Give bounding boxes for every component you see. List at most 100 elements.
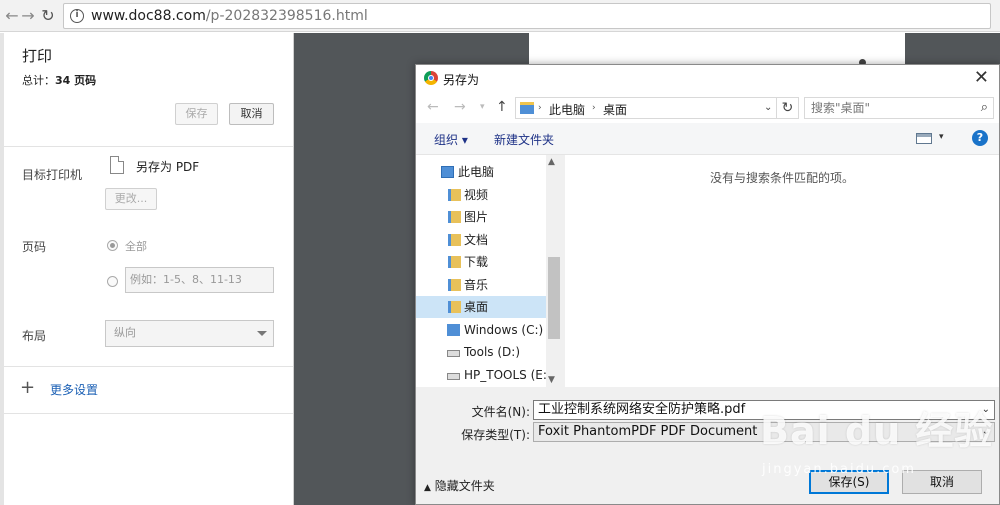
chevron-right-icon: ›	[538, 103, 542, 113]
dialog-nav-row: ← → ▾ ↑ › 此电脑 › 桌面 ⌄ ↻ 搜索"桌面" ⌕	[416, 93, 999, 123]
pages-all-label: 全部	[125, 240, 147, 253]
chevron-right-icon: ›	[592, 103, 596, 113]
folder-icon	[448, 301, 461, 313]
plus-icon[interactable]: +	[20, 377, 35, 398]
help-icon[interactable]: ?	[972, 130, 988, 146]
breadcrumb-item[interactable]: 桌面	[603, 101, 627, 118]
tree-item-drive-c[interactable]: Windows (C:)	[416, 319, 562, 341]
tree-item-pictures[interactable]: 图片	[416, 206, 562, 228]
dialog-title: 另存为	[443, 73, 480, 87]
baidu-watermark-logo: Bai du 经验	[760, 409, 994, 453]
tree-item-label: 视频	[464, 188, 489, 202]
print-save-button[interactable]: 保存	[175, 103, 218, 125]
pages-custom-radio[interactable]	[107, 276, 118, 287]
close-icon[interactable]: ✕	[974, 68, 989, 88]
print-panel: 打印 总计：34 页码 保存 取消 目标打印机 另存为 PDF 更改... 页码…	[0, 33, 293, 505]
back-icon[interactable]: ←	[427, 99, 439, 115]
reload-icon[interactable]: ↻	[38, 6, 58, 26]
tree-item-label: 下载	[464, 255, 489, 269]
print-cancel-button[interactable]: 取消	[229, 103, 274, 125]
pages-label: 页码	[22, 240, 47, 254]
new-folder-button[interactable]: 新建文件夹	[494, 131, 554, 148]
refresh-icon[interactable]: ↻	[777, 97, 799, 119]
print-title: 打印	[22, 47, 53, 65]
divider	[4, 366, 293, 367]
chevron-down-icon[interactable]: ▾	[939, 132, 944, 142]
tree-item-label: 图片	[464, 210, 489, 224]
recent-locations-icon[interactable]: ▾	[480, 102, 485, 112]
scrollbar-thumb[interactable]	[548, 257, 560, 339]
chevron-down-icon[interactable]: ⌄	[764, 102, 772, 113]
tree-item-drive-d[interactable]: Tools (D:)	[416, 341, 562, 363]
filetype-value: Foxit PhantomPDF PDF Document	[538, 424, 758, 439]
info-icon[interactable]: i	[70, 9, 84, 23]
total-label: 总计：	[22, 74, 55, 87]
tree-item-this-pc[interactable]: 此电脑	[416, 161, 562, 183]
pc-icon	[441, 166, 454, 178]
chevron-up-icon: ▲	[424, 483, 431, 493]
dialog-toolbar: 组织 ▾ 新建文件夹 ▾ ?	[416, 123, 999, 155]
dialog-titlebar: 另存为 ✕	[416, 65, 999, 93]
drive-icon	[447, 350, 460, 357]
hide-folders-toggle[interactable]: ▲ 隐藏文件夹	[424, 477, 495, 494]
tree-item-drive-e[interactable]: HP_TOOLS (E:)	[416, 364, 562, 386]
tree-item-desktop[interactable]: 桌面	[416, 296, 562, 318]
search-input[interactable]: 搜索"桌面" ⌕	[804, 97, 994, 119]
folder-icon	[448, 234, 461, 246]
tree-item-videos[interactable]: 视频	[416, 184, 562, 206]
folder-icon	[448, 279, 461, 291]
filetype-label: 保存类型(T):	[461, 428, 530, 442]
forward-icon[interactable]: →	[18, 6, 38, 26]
tree-item-label: 桌面	[464, 300, 489, 314]
pages-custom-input[interactable]: 例如：1-5、8、11-13	[125, 267, 274, 293]
empty-message: 没有与搜索条件匹配的项。	[709, 171, 854, 185]
file-icon	[110, 156, 124, 174]
tree-item-documents[interactable]: 文档	[416, 229, 562, 251]
tree-item-label: Tools (D:)	[464, 345, 521, 359]
layout-value: 纵向	[114, 326, 136, 339]
address-bar[interactable]: i www.doc88.com/p-202832398516.html	[63, 3, 991, 29]
view-options-icon[interactable]	[916, 133, 932, 144]
tree-item-label: HP_TOOLS (E:)	[464, 368, 552, 382]
tree-item-label: Windows (C:)	[464, 323, 544, 337]
tree-scrollbar[interactable]: ▲ ▼	[546, 155, 562, 387]
search-icon: ⌕	[980, 100, 988, 115]
url-text: www.doc88.com/p-202832398516.html	[91, 8, 368, 24]
layout-label: 布局	[22, 329, 47, 343]
search-placeholder: 搜索"桌面"	[811, 101, 871, 115]
filename-value: 工业控制系统网络安全防护策略.pdf	[538, 402, 746, 417]
total-pages: 总计：34 页码	[22, 72, 96, 88]
divider	[4, 146, 293, 147]
tree-item-label: 文档	[464, 233, 489, 247]
file-list-pane: 没有与搜索条件匹配的项。	[565, 155, 999, 387]
browser-toolbar: ← → ↻ i www.doc88.com/p-202832398516.htm…	[0, 0, 1000, 32]
up-icon[interactable]: ↑	[496, 99, 508, 115]
forward-icon[interactable]: →	[454, 99, 466, 115]
url-path: /p-202832398516.html	[205, 8, 368, 24]
divider	[4, 413, 293, 414]
tree-item-label: 音乐	[464, 278, 489, 292]
layout-select[interactable]: 纵向	[105, 320, 274, 347]
chrome-icon	[424, 71, 438, 85]
drive-icon	[447, 373, 460, 380]
breadcrumb-item[interactable]: 此电脑	[549, 101, 585, 118]
scroll-down-icon[interactable]: ▼	[548, 375, 555, 385]
panel-edge	[0, 33, 4, 505]
dropdown-arrow-icon	[257, 331, 267, 336]
folder-icon	[520, 102, 534, 114]
filename-label: 文件名(N):	[471, 405, 530, 419]
navigation-tree: 此电脑 视频 图片 文档 下载 音乐 桌面 Windows (C:) Tools…	[416, 155, 562, 387]
breadcrumb[interactable]: › 此电脑 › 桌面 ⌄	[515, 97, 777, 119]
more-settings-link[interactable]: 更多设置	[50, 381, 98, 398]
tree-item-music[interactable]: 音乐	[416, 274, 562, 296]
baidu-watermark-url: jingyan.baidu.com	[762, 462, 916, 477]
destination-label: 目标打印机	[22, 168, 83, 182]
organize-button[interactable]: 组织 ▾	[434, 131, 468, 148]
tree-item-downloads[interactable]: 下载	[416, 251, 562, 273]
scroll-up-icon[interactable]: ▲	[548, 157, 555, 167]
pages-all-radio[interactable]	[107, 240, 118, 251]
total-value: 34 页码	[55, 74, 97, 87]
preview-page	[529, 33, 905, 66]
change-button[interactable]: 更改...	[105, 188, 157, 210]
windows-drive-icon	[447, 324, 460, 336]
